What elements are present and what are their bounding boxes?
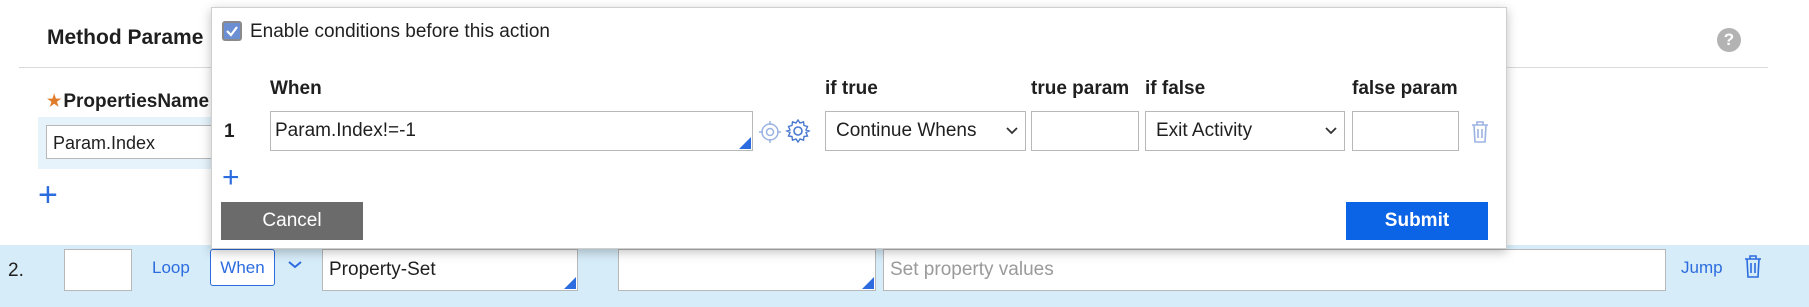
false-param-column-header: false param [1352,78,1458,99]
true-param-column-header: true param [1031,78,1130,99]
when-column-header: When [270,78,322,99]
cancel-button[interactable]: Cancel [221,202,363,240]
when-button[interactable]: When [210,249,275,286]
trash-icon[interactable] [1742,253,1764,279]
gear-icon[interactable] [785,118,811,144]
target-icon[interactable] [758,120,782,144]
autocomplete-corner-icon [862,277,874,289]
properties-name-text: PropertiesName [63,91,210,112]
submit-button[interactable]: Submit [1346,202,1488,240]
false-param-input[interactable] [1352,111,1459,151]
chevron-down-icon [1006,127,1018,135]
autocomplete-corner-icon [564,277,576,289]
add-property-plus-icon[interactable]: + [38,178,58,212]
required-star-icon: ★ [47,93,62,110]
when-condition-value: Param.Index!=-1 [275,120,416,141]
chevron-down-icon [1325,127,1337,135]
step-description-input[interactable]: Set property values [883,249,1666,291]
if-false-value: Exit Activity [1156,120,1253,141]
section-title: Method Parame [47,26,204,49]
when-condition-input[interactable]: Param.Index!=-1 [270,111,753,151]
loop-link[interactable]: Loop [152,258,190,278]
enable-conditions-label: Enable conditions before this action [250,21,550,42]
add-condition-plus-icon[interactable]: + [222,163,240,193]
if-false-column-header: if false [1145,78,1206,99]
if-false-select[interactable]: Exit Activity [1145,111,1345,151]
method-input[interactable]: Property-Set [322,249,578,291]
autocomplete-corner-icon [739,137,751,149]
help-question-icon[interactable]: ? [1717,28,1741,52]
chevron-down-icon[interactable] [284,254,306,276]
property-name-input[interactable]: Param.Index [46,125,216,159]
enable-conditions-checkbox[interactable] [222,21,242,41]
trash-icon[interactable] [1470,120,1490,144]
true-param-input[interactable] [1031,111,1139,151]
jump-link[interactable]: Jump [1681,258,1723,278]
step-page-input[interactable] [618,249,876,291]
checkmark-icon [226,26,238,37]
step-number: 2. [8,260,24,281]
if-true-column-header: if true [825,78,878,99]
method-value: Property-Set [329,259,436,280]
condition-row-number: 1 [224,121,235,142]
if-true-select[interactable]: Continue Whens [825,111,1026,151]
properties-name-label: ★ PropertiesName [47,91,209,113]
step-label-input[interactable] [64,249,132,291]
if-true-value: Continue Whens [836,120,977,141]
